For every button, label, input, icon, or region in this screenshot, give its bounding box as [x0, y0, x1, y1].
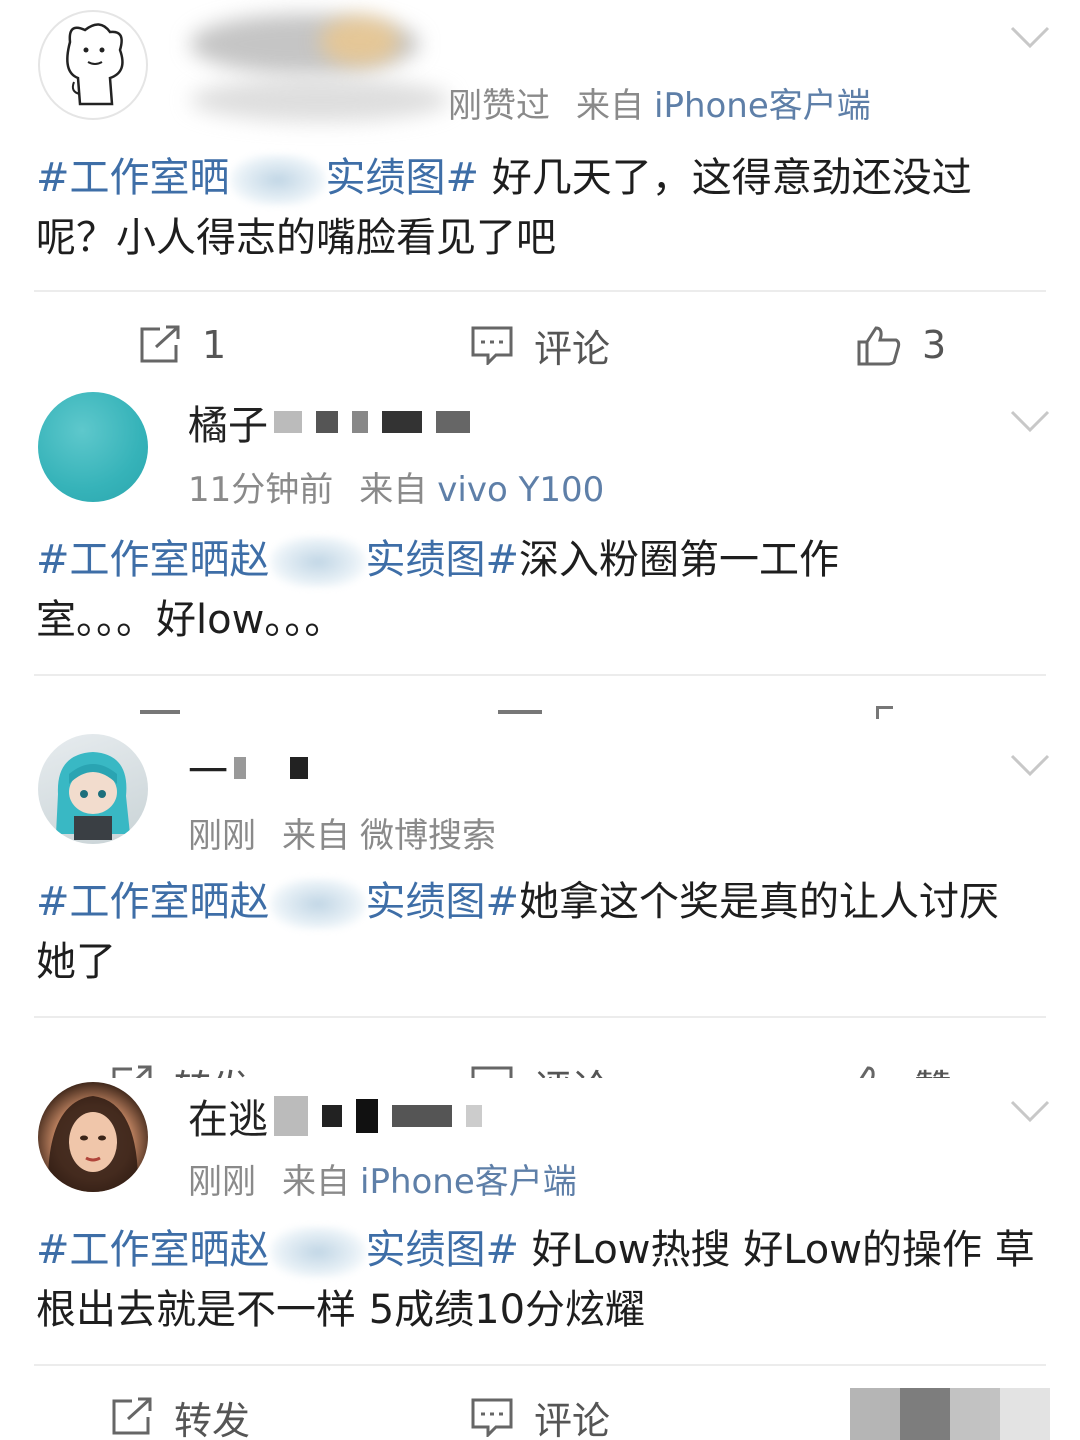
divider [34, 290, 1046, 292]
user-avatar[interactable] [38, 734, 148, 844]
repost-icon [112, 1065, 152, 1078]
user-avatar[interactable] [38, 1082, 148, 1192]
source-label: 来自 [282, 1162, 350, 1202]
repost-icon [112, 1397, 152, 1435]
username-row[interactable]: 一 [188, 742, 322, 795]
username-row[interactable]: 橘子 [188, 396, 484, 449]
post-content: #工作室晒 实绩图# 好几天了，这得意劲还没过呢？小人得志的嘴脸看见了吧 [36, 148, 1036, 268]
post-content: #工作室晒赵 实绩图# 好Low热搜 好Low的操作 草根出去就是不一样 5成绩1… [36, 1220, 1036, 1340]
topic-link[interactable]: #工作室晒 实绩图# [36, 154, 479, 206]
username-row[interactable]: 在逃 [188, 1090, 496, 1143]
like-button[interactable]: 赞 [848, 1052, 952, 1078]
post-content: #工作室晒赵 实绩图#深入粉圈第一工作室。。。好low。。。 [36, 530, 896, 650]
repost-icon [140, 325, 180, 363]
post-source[interactable]: vivo Y100 [437, 470, 604, 510]
like-button[interactable]: 3 [856, 312, 946, 378]
weibo-post-4: 在逃 刚刚 来自 iPhone客户端 #工作室晒赵 实绩图# 好Low热搜 好Low的… [0, 1078, 1080, 1440]
weibo-post-1: 刚赞过 来自 iPhone客户端 #工作室晒 实绩图# 好几天了，这得意劲还没过呢？小… [0, 0, 1080, 392]
censor-blur [269, 878, 366, 930]
topic-link[interactable]: #工作室晒赵 实绩图# [36, 1226, 519, 1278]
repost-button[interactable]: 转发 [110, 1384, 250, 1440]
post-content: #工作室晒赵 实绩图#她拿这个奖是真的让人讨厌她了 [36, 872, 1036, 992]
user-avatar[interactable] [38, 10, 148, 120]
censor-blur [269, 1226, 366, 1278]
censor-blur [229, 154, 326, 206]
censor-blur [269, 536, 366, 588]
censor-blocks [234, 757, 322, 779]
comment-icon [471, 1066, 513, 1078]
figurine-avatar-icon [56, 752, 130, 840]
post-meta: 刚赞过 来自 iPhone客户端 [448, 78, 871, 127]
post-time: 刚刚 [188, 1162, 256, 1202]
divider [34, 1364, 1046, 1366]
comment-button[interactable]: 评论 [470, 1384, 610, 1440]
censor-blocks [274, 1096, 496, 1136]
portrait-avatar-icon [47, 1096, 139, 1192]
post-time: 刚刚 [188, 816, 256, 856]
censor-blocks [274, 411, 484, 433]
post-meta: 刚刚 来自 微博搜索 [188, 808, 496, 857]
comment-button[interactable]: 评论 [470, 1052, 610, 1078]
topic-link[interactable]: #工作室晒赵 实绩图# [36, 536, 519, 588]
comment-icon [471, 1398, 513, 1437]
username: 橘子 [188, 403, 268, 449]
source-label: 来自 [359, 470, 428, 510]
action-bar-partial: 转发 评论 赞 [0, 1046, 1080, 1078]
post-source[interactable]: 微博搜索 [360, 816, 496, 856]
username: 在逃 [188, 1097, 268, 1143]
censor-smudge [190, 78, 450, 122]
username: 一 [188, 749, 228, 795]
post-meta: 刚刚 来自 iPhone客户端 [188, 1154, 577, 1203]
pixelated-censor [850, 1388, 1050, 1440]
comment-button[interactable]: 评论 [470, 312, 610, 378]
topic-link[interactable]: #工作室晒赵 实绩图# [36, 878, 519, 930]
like-icon [859, 1066, 875, 1078]
like-icon [857, 326, 901, 366]
post-source[interactable]: iPhone客户端 [654, 86, 871, 126]
divider [34, 674, 1046, 676]
weibo-post-3: 一 刚刚来自微博搜索 #工作室晒赵实绩图#她拿这个奖是真的让人讨厌她了 转发 评… [0, 720, 1080, 1078]
action-bar-partial [0, 706, 1080, 720]
divider [34, 1016, 1046, 1018]
user-avatar[interactable] [38, 392, 148, 502]
source-label: 来自 [576, 86, 644, 126]
action-bar: 1 评论 3 [0, 312, 1080, 378]
chevron-down-icon[interactable] [1010, 1096, 1050, 1126]
chevron-down-icon[interactable] [1010, 22, 1050, 52]
post-time: 11分钟前 [188, 470, 334, 510]
chevron-down-icon[interactable] [1010, 406, 1050, 436]
comment-icon [471, 326, 513, 365]
post-time: 刚赞过 [448, 86, 550, 126]
source-label: 来自 [282, 816, 350, 856]
censor-smudge [320, 16, 400, 66]
post-source[interactable]: iPhone客户端 [360, 1162, 577, 1202]
weibo-post-2: 橘子 11分钟前 来自 vivo Y100 #工作室晒赵 实绩图#深入粉圈第一工作室。… [0, 374, 1080, 720]
post-meta: 11分钟前 来自 vivo Y100 [188, 462, 604, 511]
action-bar: 转发 评论 [0, 1384, 1080, 1440]
repost-button[interactable]: 转发 [110, 1052, 250, 1078]
chevron-down-icon[interactable] [1010, 750, 1050, 780]
cartoon-avatar-icon [66, 23, 124, 106]
repost-button[interactable]: 1 [138, 312, 226, 378]
